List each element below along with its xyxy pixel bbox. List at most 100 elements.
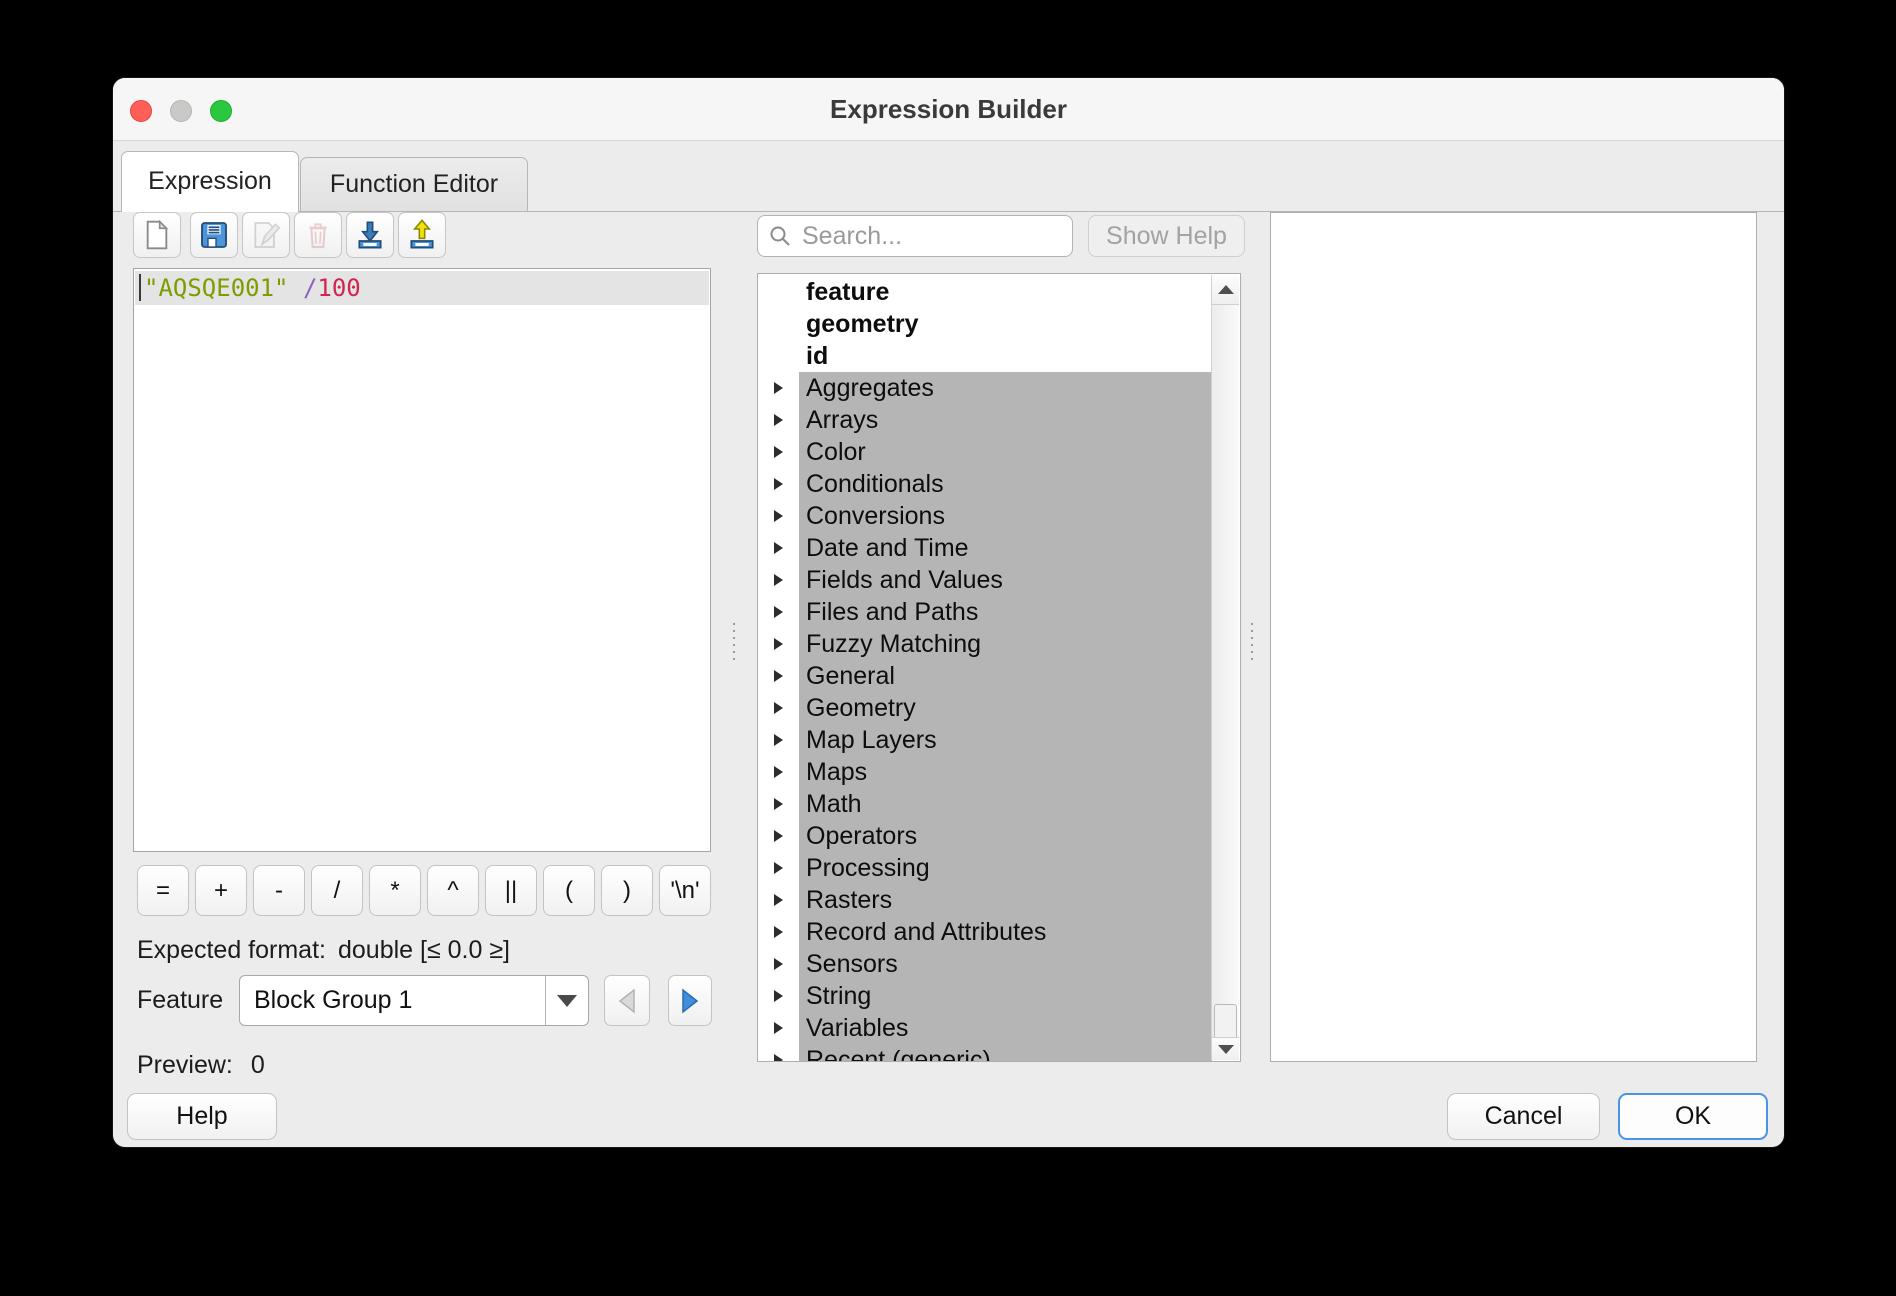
group-label: Conditionals [799,468,1212,500]
expression-number-token: 100 [317,274,360,302]
ok-button[interactable]: OK [1618,1093,1768,1140]
list-item-group[interactable]: Record and Attributes [758,916,1240,948]
expand-triangle-icon[interactable] [774,830,783,842]
list-item-group[interactable]: Aggregates [758,372,1240,404]
search-box[interactable] [757,215,1073,257]
list-item-group[interactable]: Maps [758,756,1240,788]
cancel-button[interactable]: Cancel [1447,1093,1600,1140]
operator-button[interactable]: || [485,865,537,916]
operator-button[interactable]: = [137,865,189,916]
operator-button[interactable]: - [253,865,305,916]
group-label: Files and Paths [799,596,1212,628]
list-item-group[interactable]: Files and Paths [758,596,1240,628]
next-feature-button[interactable] [668,975,712,1026]
group-label: Date and Time [799,532,1212,564]
group-label: General [799,660,1212,692]
save-expression-button[interactable] [190,212,238,258]
group-label: Fields and Values [799,564,1212,596]
expand-triangle-icon[interactable] [774,382,783,394]
list-item-group[interactable]: Rasters [758,884,1240,916]
preview-value: 0 [251,1051,265,1079]
feature-combobox[interactable]: Block Group 1 [239,975,589,1026]
search-input[interactable] [800,221,1054,252]
import-expression-button[interactable] [346,212,394,258]
expand-triangle-icon[interactable] [774,990,783,1002]
splitter-handle-right[interactable] [1248,623,1256,663]
operator-button[interactable]: * [369,865,421,916]
export-expression-button[interactable] [398,212,446,258]
operator-button[interactable]: ) [601,865,653,916]
list-item-group[interactable]: Recent (generic) [758,1044,1240,1062]
operator-button[interactable]: ^ [427,865,479,916]
list-scrollbar[interactable] [1211,275,1239,1060]
list-item-field[interactable]: geometry [758,308,1240,340]
expand-triangle-icon[interactable] [774,926,783,938]
list-item-group[interactable]: String [758,980,1240,1012]
expand-triangle-icon[interactable] [774,1054,783,1062]
list-item-group[interactable]: General [758,660,1240,692]
tabbar-divider [113,211,1784,212]
list-item-field[interactable]: id [758,340,1240,372]
expression-field-token: "AQSQE001" [144,274,289,302]
operator-button[interactable]: '\n' [659,865,711,916]
list-item-field[interactable]: feature [758,276,1240,308]
group-label: Sensors [799,948,1212,980]
expand-triangle-icon[interactable] [774,862,783,874]
scrollbar-down-button[interactable] [1212,1037,1239,1060]
expand-triangle-icon[interactable] [774,702,783,714]
expand-triangle-icon[interactable] [774,670,783,682]
operator-button[interactable]: ( [543,865,595,916]
expand-triangle-icon[interactable] [774,734,783,746]
group-label: String [799,980,1212,1012]
scrollbar-up-button[interactable] [1212,275,1239,305]
tab-expression[interactable]: Expression [121,151,299,212]
expression-editor[interactable]: "AQSQE001" /100 [133,268,711,852]
list-item-group[interactable]: Math [758,788,1240,820]
list-item-group[interactable]: Geometry [758,692,1240,724]
list-item-group[interactable]: Sensors [758,948,1240,980]
show-help-button: Show Help [1088,215,1245,257]
function-help-panel [1270,212,1757,1062]
expand-triangle-icon[interactable] [774,1022,783,1034]
group-label: Aggregates [799,372,1212,404]
expand-triangle-icon[interactable] [774,638,783,650]
list-item-group[interactable]: Conversions [758,500,1240,532]
list-item-group[interactable]: Map Layers [758,724,1240,756]
expand-triangle-icon[interactable] [774,574,783,586]
tab-function-editor[interactable]: Function Editor [300,157,528,212]
expand-triangle-icon[interactable] [774,798,783,810]
import-arrow-down-icon [354,219,386,251]
operator-button[interactable]: + [195,865,247,916]
new-expression-button[interactable] [133,212,181,258]
list-item-group[interactable]: Date and Time [758,532,1240,564]
expand-triangle-icon[interactable] [774,766,783,778]
list-item-group[interactable]: Variables [758,1012,1240,1044]
splitter-handle-left[interactable] [730,623,738,663]
list-item-group[interactable]: Operators [758,820,1240,852]
expected-format-value: double [≤ 0.0 ≥] [338,936,510,964]
new-file-icon [141,219,173,251]
expand-triangle-icon[interactable] [774,446,783,458]
expand-triangle-icon[interactable] [774,894,783,906]
edit-pencil-icon [250,219,282,251]
expand-triangle-icon[interactable] [774,414,783,426]
list-item-group[interactable]: Fields and Values [758,564,1240,596]
expand-triangle-icon[interactable] [774,510,783,522]
expand-triangle-icon[interactable] [774,542,783,554]
help-button[interactable]: Help [127,1093,277,1140]
list-item-group[interactable]: Conditionals [758,468,1240,500]
edit-expression-button [242,212,290,258]
list-item-group[interactable]: Processing [758,852,1240,884]
operator-button[interactable]: / [311,865,363,916]
expand-triangle-icon[interactable] [774,478,783,490]
group-label: Record and Attributes [799,916,1212,948]
function-list[interactable]: featuregeometryid Aggregates Arrays [757,273,1241,1062]
expected-format: Expected format:double [≤ 0.0 ≥] [137,936,510,965]
combobox-dropdown-zone[interactable] [545,976,588,1025]
list-item-group[interactable]: Arrays [758,404,1240,436]
list-item-group[interactable]: Fuzzy Matching [758,628,1240,660]
list-item-group[interactable]: Color [758,436,1240,468]
trash-icon [302,219,334,251]
expand-triangle-icon[interactable] [774,958,783,970]
expand-triangle-icon[interactable] [774,606,783,618]
